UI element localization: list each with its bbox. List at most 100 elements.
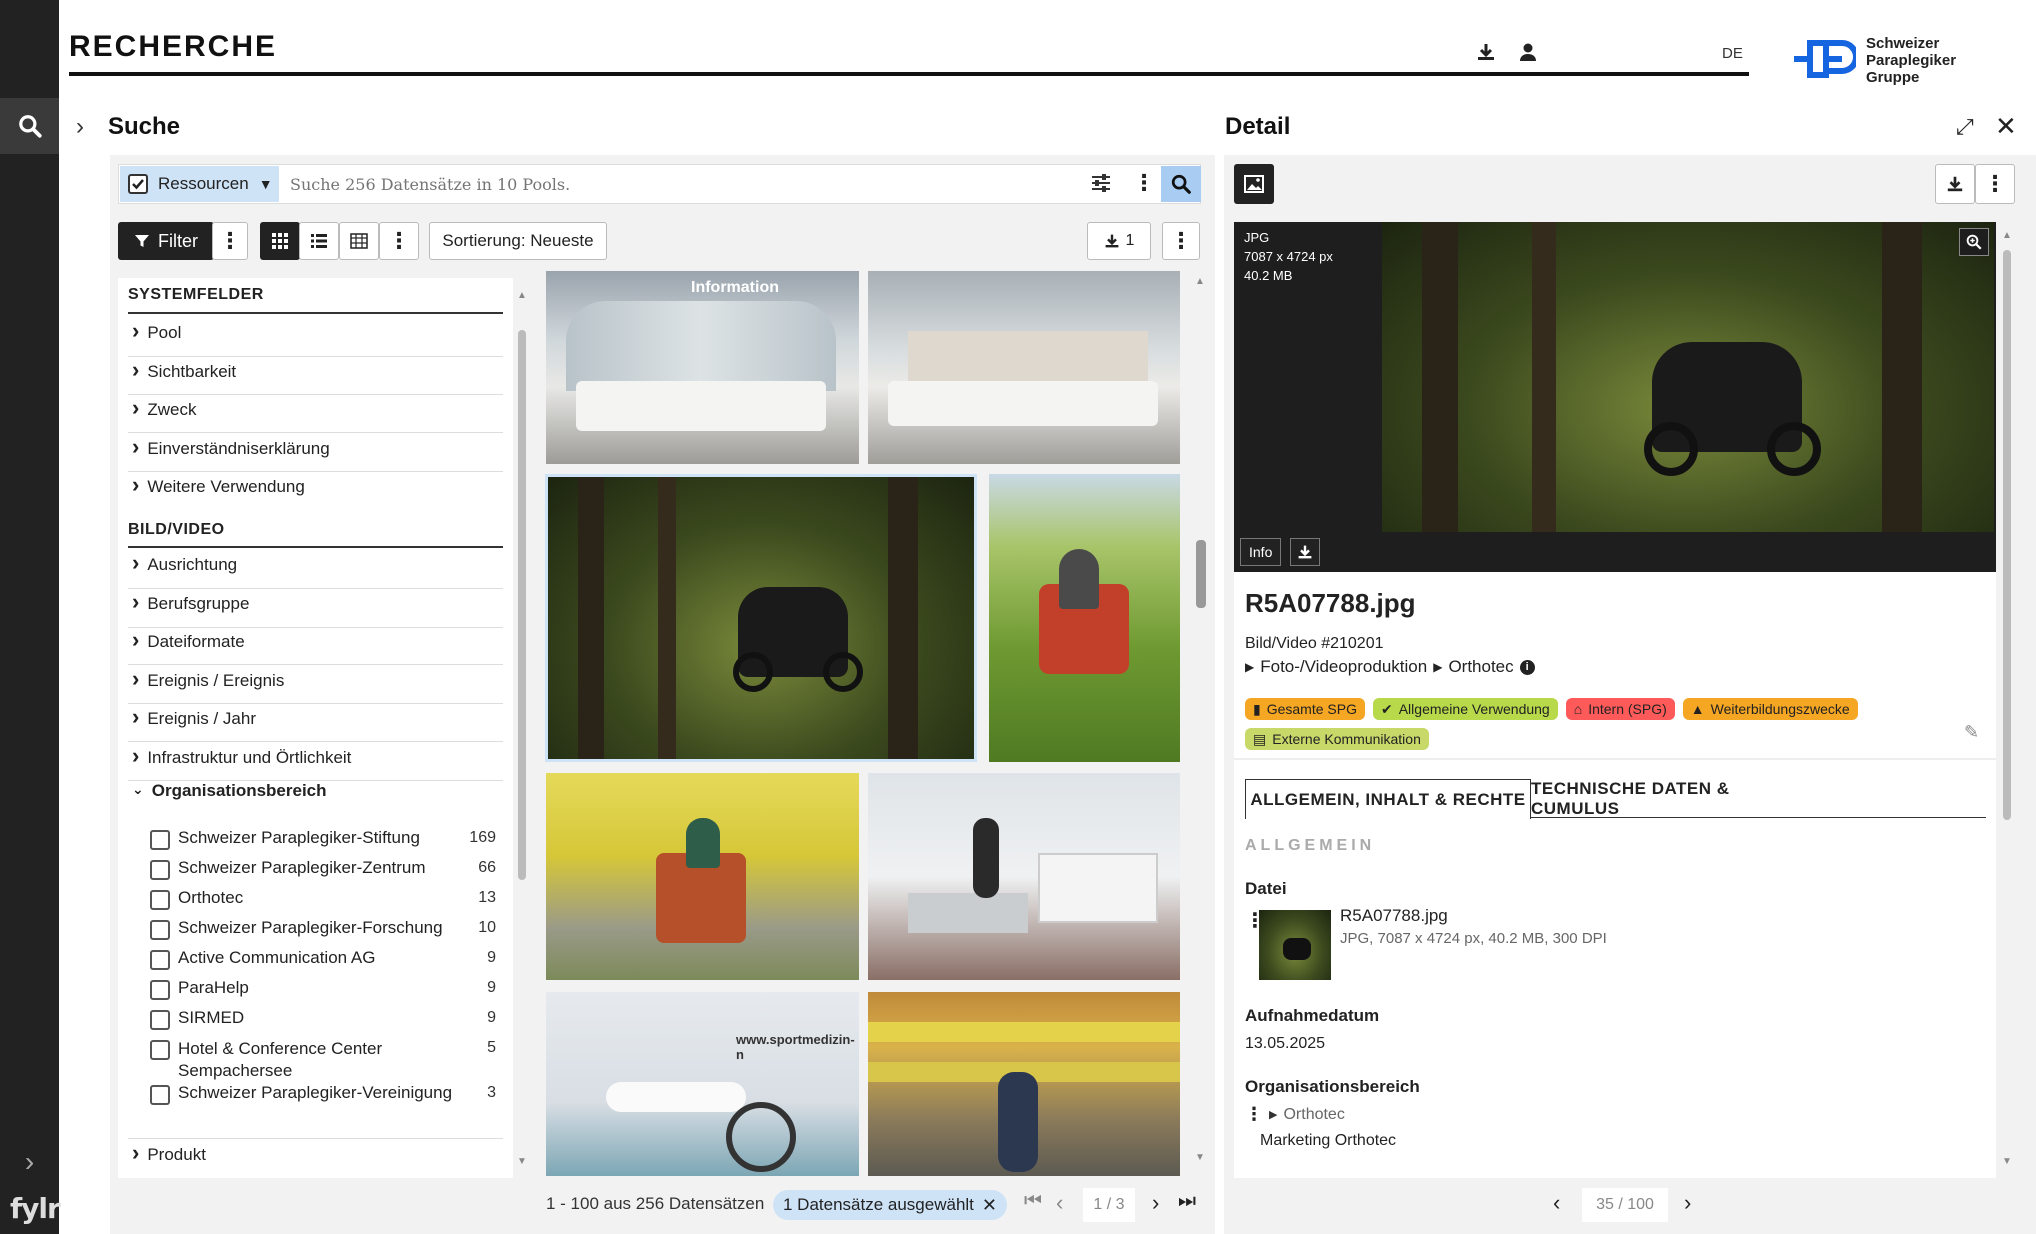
list-view-button[interactable] — [299, 222, 339, 260]
filter-item-weitere-verwendung[interactable]: Weitere Verwendung — [132, 472, 305, 498]
path-item[interactable]: Orthotec — [1448, 657, 1513, 677]
org-value[interactable]: Orthotec — [1283, 1106, 1344, 1124]
image-preview[interactable]: JPG 7087 x 4724 px 40.2 MB Info — [1234, 222, 1996, 572]
result-thumbnail[interactable] — [989, 474, 1180, 762]
result-thumbnail[interactable]: www.sportmedizin-n — [546, 992, 859, 1176]
first-page-icon[interactable]: ⏮ — [1024, 1190, 1042, 1213]
org-option-checkbox[interactable] — [150, 980, 170, 1000]
results-options-icon[interactable]: ⋮ — [1162, 222, 1200, 260]
filter-item-sichtbarkeit[interactable]: Sichtbarkeit — [132, 357, 236, 383]
sort-button[interactable]: Sortierung: Neueste — [429, 222, 607, 260]
results-scroll-up-arrow[interactable]: ▲ — [1195, 276, 1205, 287]
filter-item-ereignis[interactable]: Ereignis / Ereignis — [132, 666, 284, 692]
scroll-up-arrow[interactable]: ▲ — [517, 290, 527, 301]
next-record-icon[interactable]: › — [1684, 1190, 1691, 1216]
filter-scrollbar[interactable] — [518, 330, 526, 880]
file-name[interactable]: R5A07788.jpg — [1340, 906, 1448, 926]
batch-download-button[interactable]: 1 — [1087, 222, 1151, 260]
tab-allgemein[interactable]: ALLGEMEIN, INHALT & RECHTE — [1245, 779, 1531, 819]
selection-badge[interactable]: 1 Datensätze ausgewählt ✕ — [773, 1190, 1007, 1220]
image-view-button[interactable] — [1234, 164, 1274, 204]
org-option-checkbox[interactable] — [150, 1085, 170, 1105]
preview-download-button[interactable] — [1290, 538, 1320, 566]
search-options-icon[interactable]: ⋮ — [1133, 170, 1155, 196]
tag[interactable]: ✔ Allgemeine Verwendung — [1372, 698, 1558, 720]
collapse-chevron-icon[interactable]: › — [76, 113, 84, 141]
detail-options-icon[interactable]: ⋮ — [1975, 164, 2015, 204]
org-option-checkbox[interactable] — [150, 890, 170, 910]
result-thumbnail-selected[interactable] — [548, 477, 974, 759]
table-view-button[interactable] — [339, 222, 379, 260]
caret-right-icon: ▶ — [1269, 1109, 1278, 1121]
result-thumbnail[interactable] — [546, 773, 859, 980]
chevron-down-icon: ▼ — [258, 176, 273, 192]
next-page-icon[interactable]: › — [1152, 1190, 1159, 1216]
expand-icon[interactable]: ⤢ — [1956, 114, 1974, 140]
detail-download-button[interactable] — [1935, 164, 1975, 204]
home-icon: ⌂ — [1573, 701, 1583, 717]
tag[interactable]: ▲ Weiterbildungszwecke — [1682, 698, 1858, 720]
prev-page-icon[interactable]: ‹ — [1056, 1190, 1063, 1216]
options-icon[interactable]: ⋮ — [1245, 1104, 1263, 1125]
language-switch[interactable]: DE — [1722, 45, 1743, 62]
sliders-icon[interactable] — [1090, 172, 1112, 199]
close-detail-icon[interactable]: ✕ — [1995, 111, 2017, 142]
filter-item-pool[interactable]: Pool — [132, 318, 181, 344]
user-icon[interactable] — [1518, 42, 1540, 64]
org-option-checkbox[interactable] — [150, 830, 170, 850]
last-page-icon[interactable]: ⏭ — [1178, 1190, 1196, 1213]
result-thumbnail[interactable] — [868, 271, 1180, 464]
results-scrollbar[interactable] — [1196, 540, 1206, 608]
scroll-down-arrow[interactable]: ▼ — [517, 1156, 527, 1167]
search-input[interactable] — [290, 168, 1070, 200]
file-thumbnail[interactable] — [1259, 910, 1331, 980]
filter-item-ereignis-jahr[interactable]: Ereignis / Jahr — [132, 704, 256, 730]
expand-rail-chevron-icon[interactable]: › — [0, 1140, 59, 1184]
zoom-button[interactable] — [1959, 228, 1989, 256]
tab-technische-daten[interactable]: TECHNISCHE DATEN & CUMULUS — [1531, 779, 1771, 819]
filter-item-einverstaendnis[interactable]: Einverständniserklärung — [132, 434, 329, 460]
filter-item-produkt[interactable]: Produkt — [132, 1140, 206, 1166]
selected-thumbnail-frame[interactable] — [545, 474, 977, 762]
org-option-checkbox[interactable] — [150, 1010, 170, 1030]
org-option-checkbox[interactable] — [150, 950, 170, 970]
org-option-checkbox[interactable] — [150, 920, 170, 940]
tag[interactable]: ▤ Externe Kommunikation — [1245, 728, 1429, 750]
filter-item-infrastruktur[interactable]: Infrastruktur und Örtlichkeit — [132, 743, 351, 769]
download-icon[interactable] — [1476, 42, 1498, 64]
detail-scroll-up-arrow[interactable]: ▲ — [2002, 230, 2012, 241]
close-icon[interactable]: ✕ — [982, 1195, 997, 1216]
tag[interactable]: ⌂ Intern (SPG) — [1565, 698, 1675, 720]
org-option-checkbox[interactable] — [150, 860, 170, 880]
info-button[interactable]: Info — [1240, 538, 1282, 566]
filter-options-icon[interactable]: ⋮ — [212, 222, 248, 260]
info-icon[interactable]: i — [1519, 659, 1535, 675]
org-option-checkbox[interactable] — [150, 1040, 170, 1060]
pin-icon[interactable]: ✎ — [1964, 722, 1979, 743]
scope-label: Ressourcen — [158, 174, 249, 193]
tag[interactable]: ▮ Gesamte SPG — [1245, 698, 1365, 720]
scope-dropdown[interactable]: Ressourcen ▼ — [120, 166, 279, 202]
result-thumbnail[interactable] — [868, 773, 1180, 980]
org-option-count: 9 — [487, 1009, 496, 1026]
filter-item-dateiformate[interactable]: Dateiformate — [132, 627, 244, 653]
search-nav-icon[interactable] — [0, 98, 59, 154]
filter-item-ausrichtung[interactable]: Ausrichtung — [132, 550, 237, 576]
view-options-icon[interactable]: ⋮ — [379, 222, 419, 260]
path-item[interactable]: Foto-/Videoproduktion — [1260, 657, 1427, 677]
results-scroll-down-arrow[interactable]: ▼ — [1195, 1152, 1205, 1163]
filter-item-zweck[interactable]: Zweck — [132, 395, 196, 421]
filter-group-organisationsbereich[interactable]: ⌄ Organisationsbereich — [132, 781, 327, 801]
filter-item-berufsgruppe[interactable]: Berufsgruppe — [132, 589, 249, 615]
detail-scrollbar[interactable] — [2003, 250, 2011, 820]
grid-view-button[interactable] — [260, 222, 300, 260]
page-indicator[interactable]: 1 / 3 — [1083, 1188, 1135, 1222]
result-thumbnail[interactable]: Information — [546, 271, 859, 464]
detail-scroll-down-arrow[interactable]: ▼ — [2002, 1156, 2012, 1167]
result-thumbnail[interactable] — [868, 992, 1180, 1176]
search-submit-button[interactable] — [1161, 166, 1201, 202]
org-option-count: 10 — [478, 919, 496, 936]
filter-button[interactable]: Filter — [118, 222, 214, 260]
record-pager[interactable]: 35 / 100 — [1582, 1188, 1668, 1222]
prev-record-icon[interactable]: ‹ — [1553, 1190, 1560, 1216]
